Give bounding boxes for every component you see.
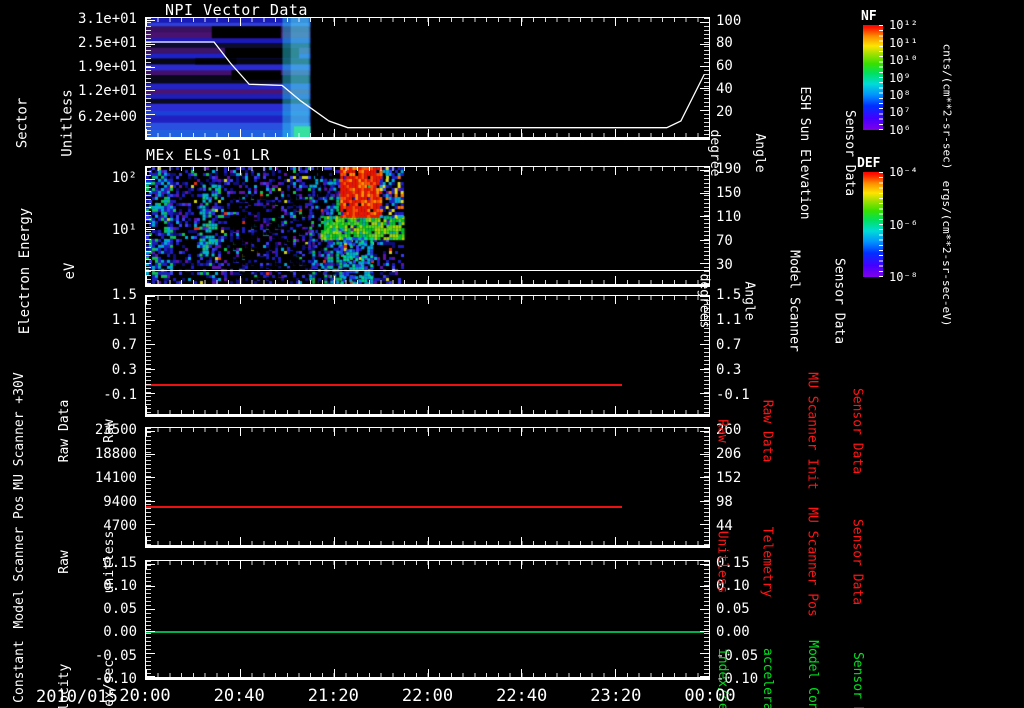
panel2-title: MEx ELS-01 LR: [146, 146, 270, 164]
tick-label: 10¹: [111, 222, 137, 239]
panel-scanner-pos: [145, 427, 710, 548]
nf-colorbar-title: NF: [861, 9, 877, 24]
x-minor-ticks-top: [146, 167, 709, 171]
nf-colorbar: [863, 25, 883, 130]
els-horizontal-line: [146, 270, 709, 272]
nf-colorbar-minor-ticks: [879, 25, 883, 130]
panel1-right-axis-label: Sensor Data ESH Sun Elevation Angle degr…: [707, 86, 857, 220]
tick-label: 10²: [111, 170, 137, 187]
tick-label: 80: [716, 35, 733, 52]
tick-label: 1.1: [111, 312, 137, 328]
x-minor-ticks-bottom: [146, 410, 709, 414]
tick-label: 20:00: [119, 686, 171, 706]
scanner-pos-line: [146, 505, 623, 508]
def-colorbar-minor-ticks: [879, 172, 883, 277]
tick-label: 60: [716, 58, 733, 75]
panel3-y-axis-label: Sensor Data MU Scanner +30V Raw Data Raw: [12, 372, 117, 490]
panel-constant-velocity: [145, 560, 710, 680]
panel-mu-scanner-raw: [145, 295, 710, 417]
tick-label: 22:00: [401, 686, 454, 706]
tick-label: 10⁷: [889, 105, 911, 120]
tick-label: 10⁹: [889, 70, 911, 85]
x-minor-ticks-top: [146, 296, 709, 300]
plot-figure: NPI Vector Data MEx ELS-01 LR 3.1e+01 2.…: [0, 0, 1024, 708]
tick-label: 22:40: [496, 686, 548, 706]
tick-label: 0.7: [111, 337, 137, 354]
x-minor-ticks-bottom: [146, 133, 709, 137]
x-axis-tick-labels: 20:00 20:40 21:20 22:00 22:40 23:20 00:00: [119, 686, 735, 706]
tick-label: 2.5e+01: [77, 35, 137, 52]
panel1-y-axis-label: Sector Unitless: [14, 89, 76, 157]
panel2-y-axis-label: Electron Energy eV: [17, 207, 78, 335]
def-colorbar: [863, 172, 883, 277]
y-minor-ticks-left: [146, 18, 151, 137]
x-minor-ticks-bottom: [146, 541, 709, 545]
def-colorbar-title: DEF: [857, 156, 881, 171]
x-axis-date-label: 2010/015: [36, 687, 118, 707]
tick-label: 00:00: [684, 686, 736, 706]
x-minor-ticks-bottom: [146, 280, 709, 284]
def-colorbar-units: ergs/(cm**2-sr-sec-eV): [940, 180, 953, 327]
tick-label: 10⁶: [889, 123, 911, 137]
panel-els-spectrogram: [145, 166, 710, 287]
panel4-right-axis-label: Sensor Data MU Scanner Pos Telemetry Uni…: [714, 507, 865, 617]
x-minor-ticks-bottom: [146, 673, 709, 677]
tick-label: 21:20: [307, 686, 359, 706]
constant-velocity-line: [146, 631, 705, 634]
x-minor-ticks-top: [146, 561, 709, 565]
x-minor-ticks-top: [146, 18, 709, 22]
tick-label: 23:20: [590, 686, 642, 706]
panel2-right-axis-label: Sensor Data Model Scanner Angle degrees: [696, 250, 847, 352]
panel-npi-spectrogram: [145, 17, 710, 140]
sun-elevation-line: [146, 18, 709, 137]
panel3-right-axis-label: Sensor Data MU Scanner Init Raw Data Raw: [714, 372, 865, 490]
tick-label: 100: [716, 12, 742, 29]
tick-label: 1.5: [111, 287, 137, 303]
tick-label: 20:40: [213, 686, 265, 706]
tick-label: 3.1e+01: [77, 11, 137, 28]
els-spectrogram-canvas: [146, 167, 709, 284]
mu-scanner-raw-line: [146, 384, 623, 387]
y-minor-ticks-left: [146, 167, 151, 284]
tick-label: 10⁸: [889, 88, 911, 103]
panel4-y-axis-label: Sensor Data Model Scanner Pos Raw unitle…: [12, 495, 117, 629]
x-minor-ticks-top: [146, 428, 709, 432]
